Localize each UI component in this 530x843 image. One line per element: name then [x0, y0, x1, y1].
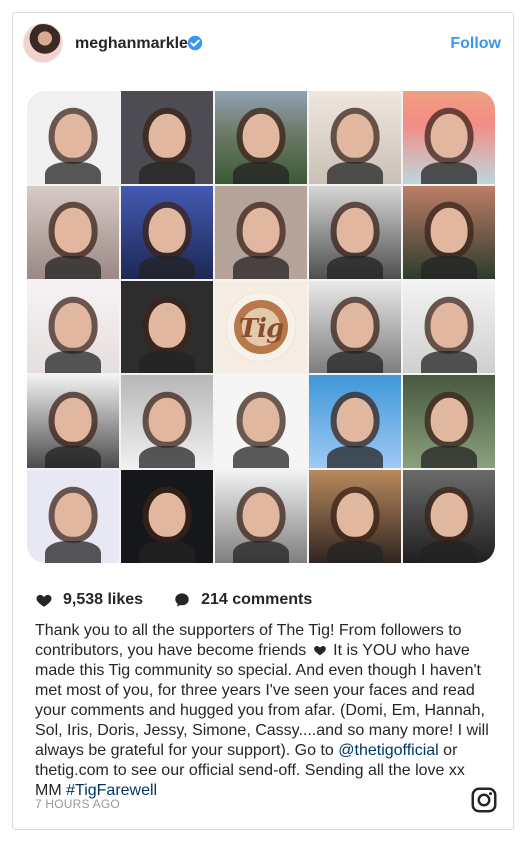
grid-photo	[215, 91, 307, 184]
post-timestamp: 7 HOURS AGO	[35, 797, 120, 811]
grid-photo	[309, 185, 401, 279]
post-caption: Thank you to all the supporters of The T…	[35, 621, 493, 801]
post-media[interactable]: Tig	[27, 91, 495, 563]
likes-count[interactable]: 9,538 likes	[63, 591, 143, 609]
latte-art-text: Tig	[238, 314, 284, 345]
latte-art: Tig	[215, 280, 307, 374]
follow-button[interactable]: Follow	[450, 35, 501, 53]
grid-photo	[403, 91, 495, 184]
instagram-embed-card: meghanmarkle Follow Tig 9,538 likes 214 …	[12, 12, 514, 830]
heart-icon[interactable]	[35, 591, 53, 609]
grid-photo	[215, 470, 307, 563]
grid-photo	[121, 280, 213, 374]
grid-photo	[215, 185, 307, 279]
grid-photo	[27, 470, 119, 563]
grid-photo	[121, 375, 213, 469]
mention-link[interactable]: @thetigofficial	[338, 742, 438, 759]
grid-photo	[403, 470, 495, 563]
instagram-icon[interactable]	[469, 785, 499, 815]
grid-photo	[121, 470, 213, 563]
comment-icon[interactable]	[173, 591, 191, 609]
avatar[interactable]	[23, 23, 63, 63]
grid-photo	[27, 280, 119, 374]
grid-photo	[215, 375, 307, 469]
comments-count[interactable]: 214 comments	[201, 591, 312, 609]
grid-photo	[309, 91, 401, 184]
engagement-row: 9,538 likes 214 comments	[35, 589, 312, 611]
coffee-cup: Tig	[226, 291, 296, 363]
grid-photo	[121, 91, 213, 184]
grid-photo	[309, 470, 401, 563]
grid-photo	[403, 280, 495, 374]
post-header: meghanmarkle Follow	[13, 13, 513, 77]
grid-photo	[403, 185, 495, 279]
heart-emoji-icon	[313, 646, 326, 656]
latte-photo: Tig	[215, 280, 307, 374]
username[interactable]: meghanmarkle	[75, 35, 188, 53]
grid-photo	[309, 280, 401, 374]
grid-photo	[27, 375, 119, 469]
grid-photo	[27, 91, 119, 184]
grid-photo	[309, 375, 401, 469]
grid-photo	[27, 185, 119, 279]
grid-photo	[403, 375, 495, 469]
verified-badge-icon	[187, 35, 203, 51]
grid-photo	[121, 185, 213, 279]
photo-grid: Tig	[27, 91, 495, 563]
